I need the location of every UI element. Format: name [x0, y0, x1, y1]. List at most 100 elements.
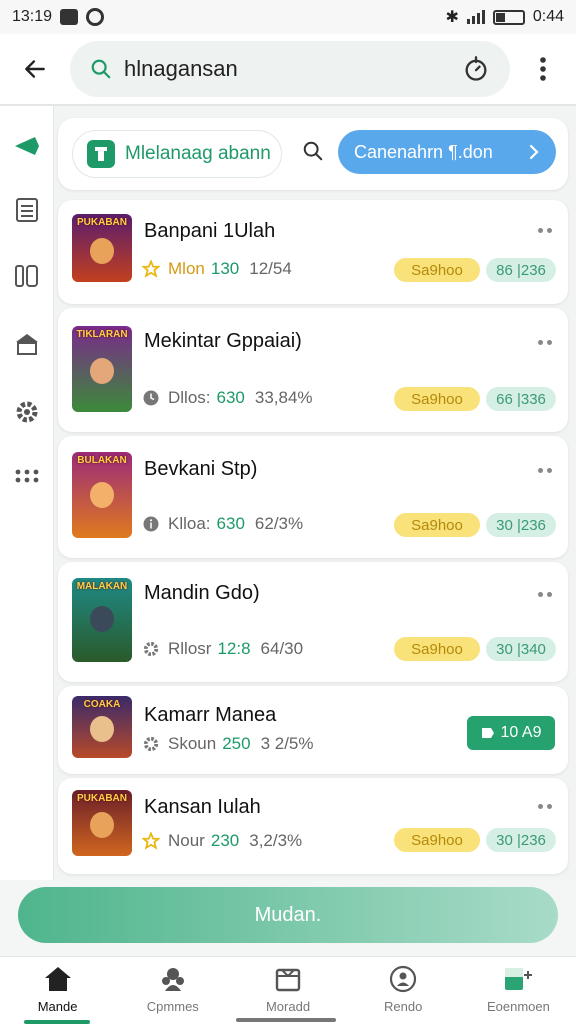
active-indicator — [24, 1020, 90, 1024]
count-badge: 86 |236 — [486, 258, 556, 282]
character-art — [90, 358, 114, 384]
count-badge: 30 |340 — [486, 637, 556, 661]
meta-value: 230 — [210, 831, 240, 850]
nav-item-profile[interactable]: Rendo — [346, 957, 461, 1024]
rail-item-settings[interactable] — [0, 392, 54, 432]
item-more-button[interactable] — [538, 228, 552, 233]
filter-search-button[interactable] — [302, 140, 324, 167]
arrow-left-icon — [25, 60, 45, 78]
status-bar: 13:19 ✱ 0:44 — [0, 0, 576, 34]
rail-item-announce[interactable] — [0, 126, 54, 166]
search-bar[interactable]: hlnagansan — [70, 41, 510, 97]
app-status-icon — [86, 8, 105, 26]
game-thumbnail: PUKABAN — [72, 790, 132, 856]
add-icon — [505, 968, 533, 990]
bottom-navigation: Mande Cpmmes Moradd Rendo Eoenmoen — [0, 956, 576, 1024]
status-tag: Sa9hoo — [394, 258, 480, 282]
item-title: Mekintar Gppaiai) — [144, 330, 302, 352]
list-item[interactable]: TIKLARAN Mekintar Gppaiai) Dllos: 630 33… — [58, 308, 568, 432]
star-icon — [142, 260, 160, 278]
notification-icon — [60, 9, 79, 25]
game-thumbnail: PUKABAN — [72, 214, 132, 282]
nav-label: Cpmmes — [146, 999, 199, 1014]
nav-item-games[interactable]: Cpmmes — [115, 957, 230, 1024]
refresh-icon[interactable] — [462, 55, 490, 83]
nav-label: Rendo — [384, 999, 423, 1014]
list-item[interactable]: COAKA Kamarr Manea Skoun 250 3 2/5% 10 A… — [58, 686, 568, 774]
meta-percent: 12/54 — [249, 259, 292, 278]
primary-action-button[interactable]: Mudan. — [18, 887, 558, 943]
item-more-button[interactable] — [538, 592, 552, 597]
more-vert-icon — [540, 57, 546, 81]
list-item[interactable]: MALAKAN Mandin Gdo) Rllosr 12:8 64/30 Sa… — [58, 562, 568, 682]
nav-item-box[interactable]: Moradd — [230, 957, 345, 1024]
gear-icon — [142, 640, 160, 658]
meta-label: Klloa: — [168, 514, 211, 533]
primary-filter-button[interactable]: Canenahrn ¶.don — [338, 130, 556, 174]
item-more-button[interactable] — [538, 340, 552, 345]
item-meta: Dllos: 630 33,84% — [142, 388, 313, 408]
gear-icon — [16, 401, 38, 423]
rail-item-compare[interactable] — [0, 256, 54, 296]
meta-value: 12:8 — [217, 639, 251, 658]
search-input[interactable]: hlnagansan — [124, 56, 462, 82]
character-art — [90, 238, 114, 264]
item-title: Banpani 1Ulah — [144, 220, 276, 242]
item-more-button[interactable] — [538, 468, 552, 473]
chevron-right-icon — [529, 144, 539, 160]
rail-item-list[interactable] — [0, 190, 54, 230]
meta-value: 250 — [222, 734, 251, 753]
meta-value: 130 — [210, 259, 240, 278]
list-item[interactable]: PUKABAN Kansan Iulah Nour 230 3,2/3% Sa9… — [58, 778, 568, 874]
profile-icon — [390, 965, 417, 993]
item-title: Kansan Iulah — [144, 796, 261, 818]
action-bar: Mudan. — [0, 880, 576, 956]
meta-label: Dllos: — [168, 388, 211, 407]
filter-bar: Mlelanaag abann Canenahrn ¶.don — [58, 118, 568, 190]
item-title: Bevkani Stp) — [144, 458, 258, 480]
home-icon — [44, 967, 71, 991]
count-badge: 30 |236 — [486, 828, 556, 852]
ticket-icon — [481, 728, 494, 738]
archive-icon — [16, 334, 38, 355]
item-more-button[interactable] — [538, 804, 552, 809]
filter-chip[interactable]: Mlelanaag abann — [72, 130, 282, 178]
clock-icon — [142, 389, 160, 407]
rail-item-archive[interactable] — [0, 324, 54, 364]
box-icon — [275, 968, 301, 992]
info-icon — [142, 515, 160, 533]
game-thumbnail: BULAKAN — [72, 452, 132, 538]
compare-icon — [15, 265, 38, 287]
search-icon — [91, 59, 111, 79]
star-icon — [142, 832, 160, 850]
category-icon — [87, 140, 115, 168]
meta-value: 630 — [216, 514, 245, 533]
gear-icon — [142, 735, 160, 753]
game-thumbnail: TIKLARAN — [72, 326, 132, 412]
back-button[interactable] — [0, 33, 70, 105]
grid-dots-icon — [15, 469, 39, 483]
item-meta: Skoun 250 3 2/5% — [142, 734, 314, 754]
status-tag: Sa9hoo — [394, 637, 480, 661]
meta-percent: 64/30 — [260, 639, 304, 658]
nav-item-home[interactable]: Mande — [0, 957, 115, 1024]
list-item[interactable]: PUKABAN Banpani 1Ulah Mlon 130 12/54 Sa9… — [58, 200, 568, 304]
item-title: Kamarr Manea — [144, 704, 277, 726]
nav-item-add[interactable]: Eoenmoen — [461, 957, 576, 1024]
action-pill-button[interactable]: 10 A9 — [467, 716, 555, 750]
meta-percent: 3 2/5% — [260, 734, 314, 753]
thumbnail-text: PUKABAN — [77, 217, 127, 228]
character-art — [90, 716, 114, 742]
more-options-button[interactable] — [510, 56, 576, 82]
thumbnail-text: TIKLARAN — [76, 329, 128, 340]
thumbnail-text: COAKA — [83, 699, 121, 710]
home-indicator — [236, 1018, 336, 1022]
list-item[interactable]: BULAKAN Bevkani Stp) Klloa: 630 62/3% Sa… — [58, 436, 568, 558]
rail-item-more[interactable] — [0, 456, 54, 496]
item-meta: Rllosr 12:8 64/30 — [142, 639, 303, 659]
meta-label: Skoun — [168, 734, 217, 753]
nav-label: Mande — [37, 999, 78, 1014]
item-meta: Klloa: 630 62/3% — [142, 514, 303, 534]
meta-label: Rllosr — [168, 639, 212, 658]
megaphone-icon — [15, 137, 39, 155]
